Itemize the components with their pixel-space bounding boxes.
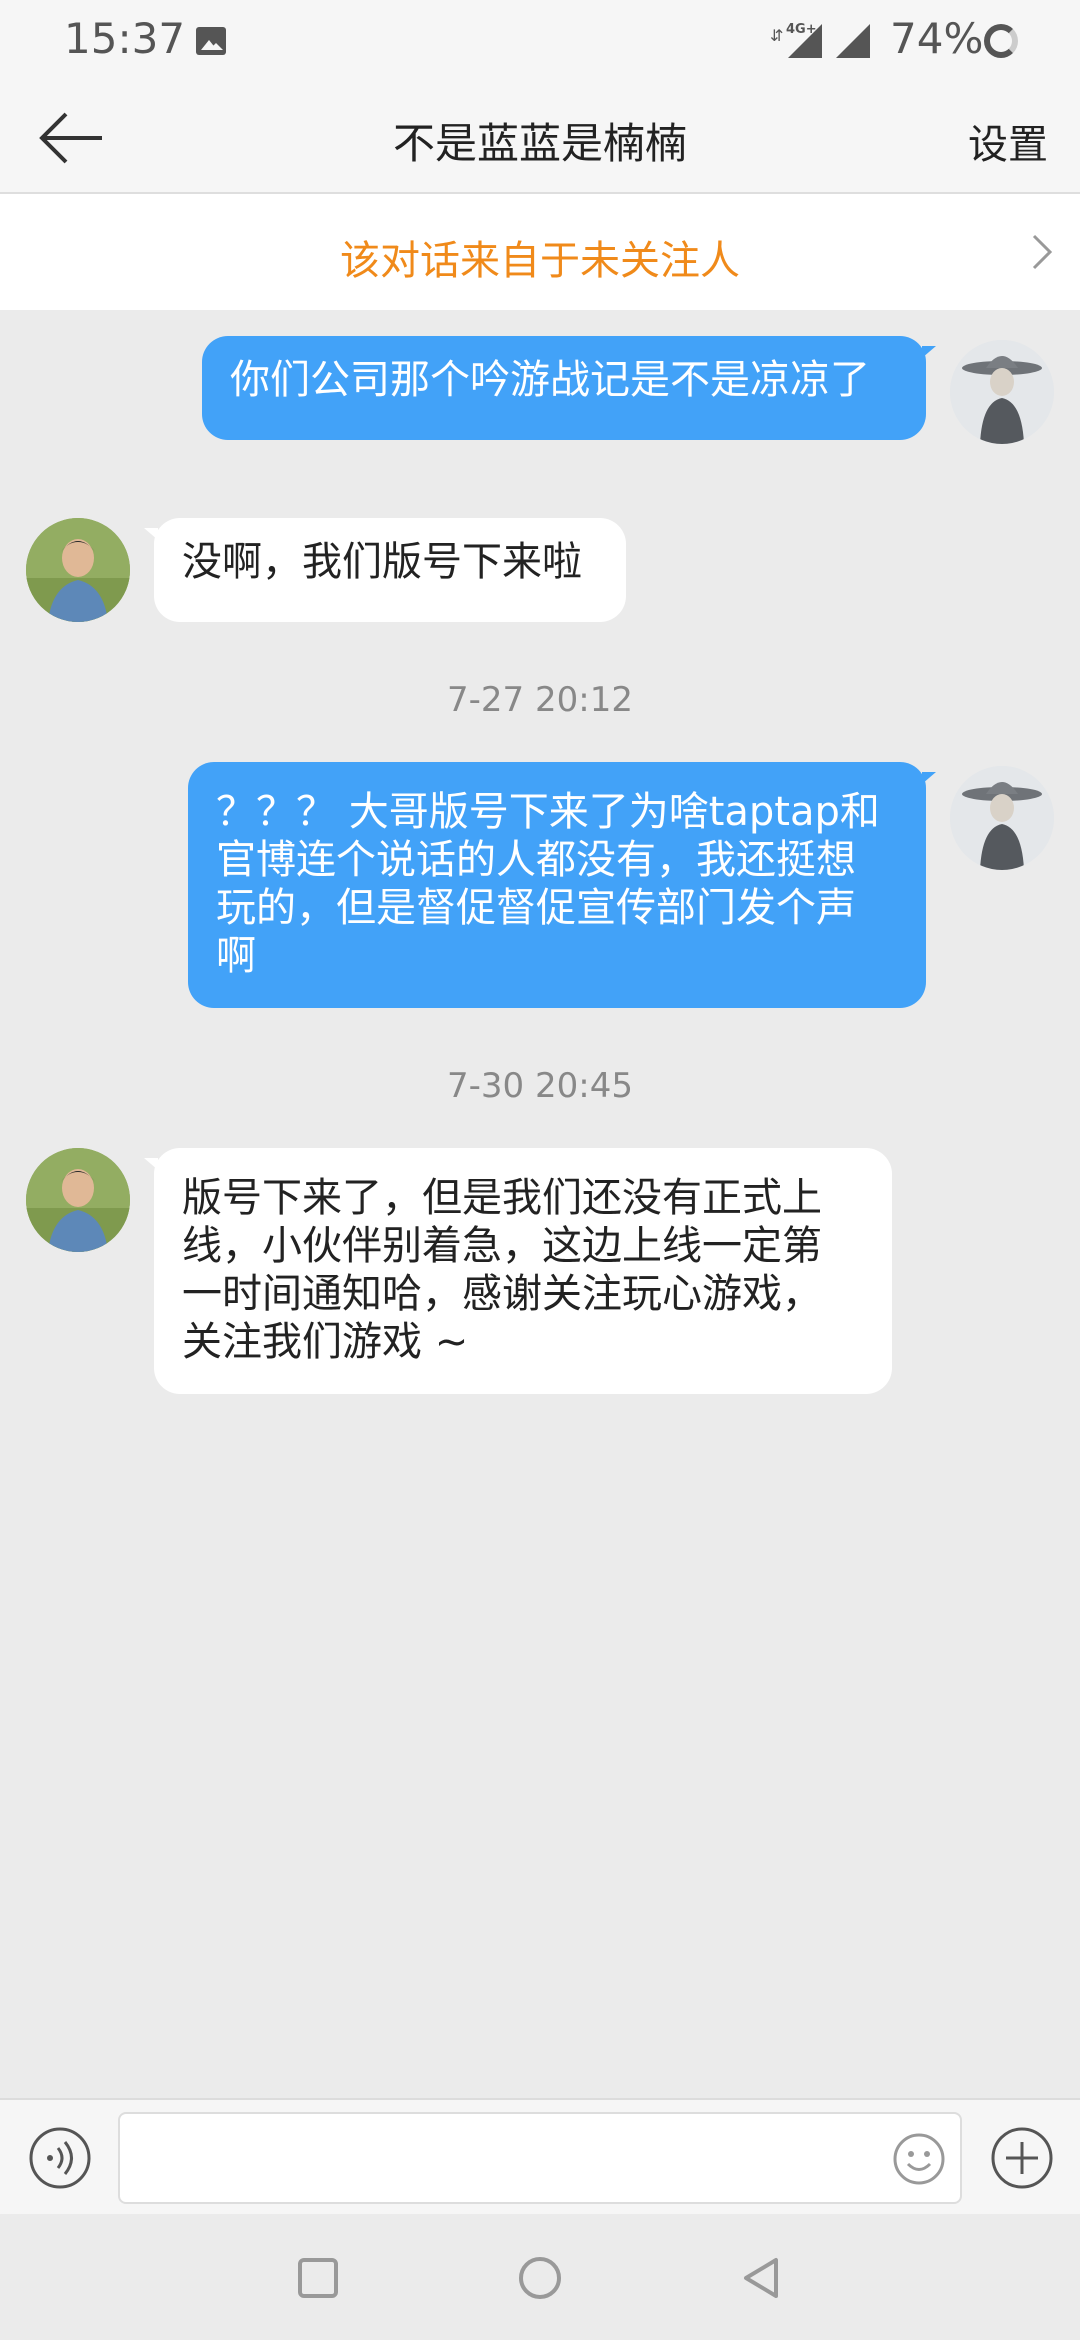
avatar[interactable] [26, 1148, 130, 1252]
header-bar: 不是蓝蓝是楠楠 设置 [0, 82, 1080, 194]
message-timestamp: 7-30 20:45 [447, 1066, 633, 1106]
message-text-line: 一时间通知哈，感谢关注玩心游戏， [182, 1271, 822, 1317]
status-bar: 15:37 ⇵ 4G+ 74% [0, 0, 1080, 82]
message-text-line: 关注我们游戏 ~ [182, 1319, 469, 1365]
plus-icon[interactable] [990, 2126, 1054, 2190]
chevron-right-icon [1030, 232, 1054, 272]
message-text-line: 啊 [216, 933, 256, 979]
signal-icon [788, 24, 822, 58]
back-arrow-icon[interactable] [36, 108, 108, 168]
message-input-bar [0, 2098, 1080, 2214]
avatar[interactable] [950, 340, 1054, 444]
message-text-line: 版号下来了，但是我们还没有正式上 [182, 1175, 822, 1221]
back-triangle-icon[interactable] [738, 2254, 786, 2302]
avatar[interactable] [26, 518, 130, 622]
image-icon [196, 27, 226, 55]
voice-icon[interactable] [28, 2126, 92, 2190]
outgoing-message-bubble[interactable]: ？？？ 大哥版号下来了为啥taptap和 官博连个说话的人都没有，我还挺想 玩的… [188, 762, 936, 1008]
signal-icon [836, 24, 870, 58]
message-text-line: 官博连个说话的人都没有，我还挺想 [216, 837, 856, 883]
chat-title: 不是蓝蓝是楠楠 [392, 119, 687, 168]
avatar[interactable] [950, 766, 1054, 870]
settings-button[interactable]: 设置 [968, 112, 1048, 170]
system-navigation-bar [0, 2214, 1080, 2340]
status-time: 15:37 [64, 14, 186, 63]
message-text-line: 玩的，但是督促督促宣传部门发个声 [216, 885, 856, 931]
message-text-line: ？？？ 大哥版号下来了为啥taptap和 [216, 789, 880, 835]
stranger-notice-banner[interactable]: 该对话来自于未关注人 [0, 194, 1080, 310]
message-text-line: 线，小伙伴别着急，这边上线一定第 [182, 1223, 822, 1269]
incoming-message-bubble[interactable]: 版号下来了，但是我们还没有正式上 线，小伙伴别着急，这边上线一定第 一时间通知哈… [144, 1148, 892, 1394]
emoji-icon[interactable] [892, 2132, 946, 2186]
home-circle-icon[interactable] [516, 2254, 564, 2302]
chat-screen: 15:37 ⇵ 4G+ 74% 不是蓝蓝是楠楠 设置 该对话来自于未关注人 你们… [0, 0, 1080, 2340]
message-input[interactable] [118, 2112, 962, 2204]
outgoing-message-bubble[interactable]: 你们公司那个吟游战记是不是凉凉了 [202, 336, 936, 440]
message-timestamp: 7-27 20:12 [447, 680, 633, 720]
incoming-message-bubble[interactable]: 没啊，我们版号下来啦 [144, 518, 626, 622]
message-text: 没啊，我们版号下来啦 [182, 539, 582, 585]
battery-ring-icon [984, 24, 1018, 58]
recents-square-icon[interactable] [294, 2254, 342, 2302]
battery-percent: 74% [890, 14, 984, 63]
data-arrows-icon: ⇵ [770, 26, 784, 45]
message-text: 你们公司那个吟游战记是不是凉凉了 [230, 357, 870, 403]
stranger-notice-text: 该对话来自于未关注人 [340, 238, 740, 284]
